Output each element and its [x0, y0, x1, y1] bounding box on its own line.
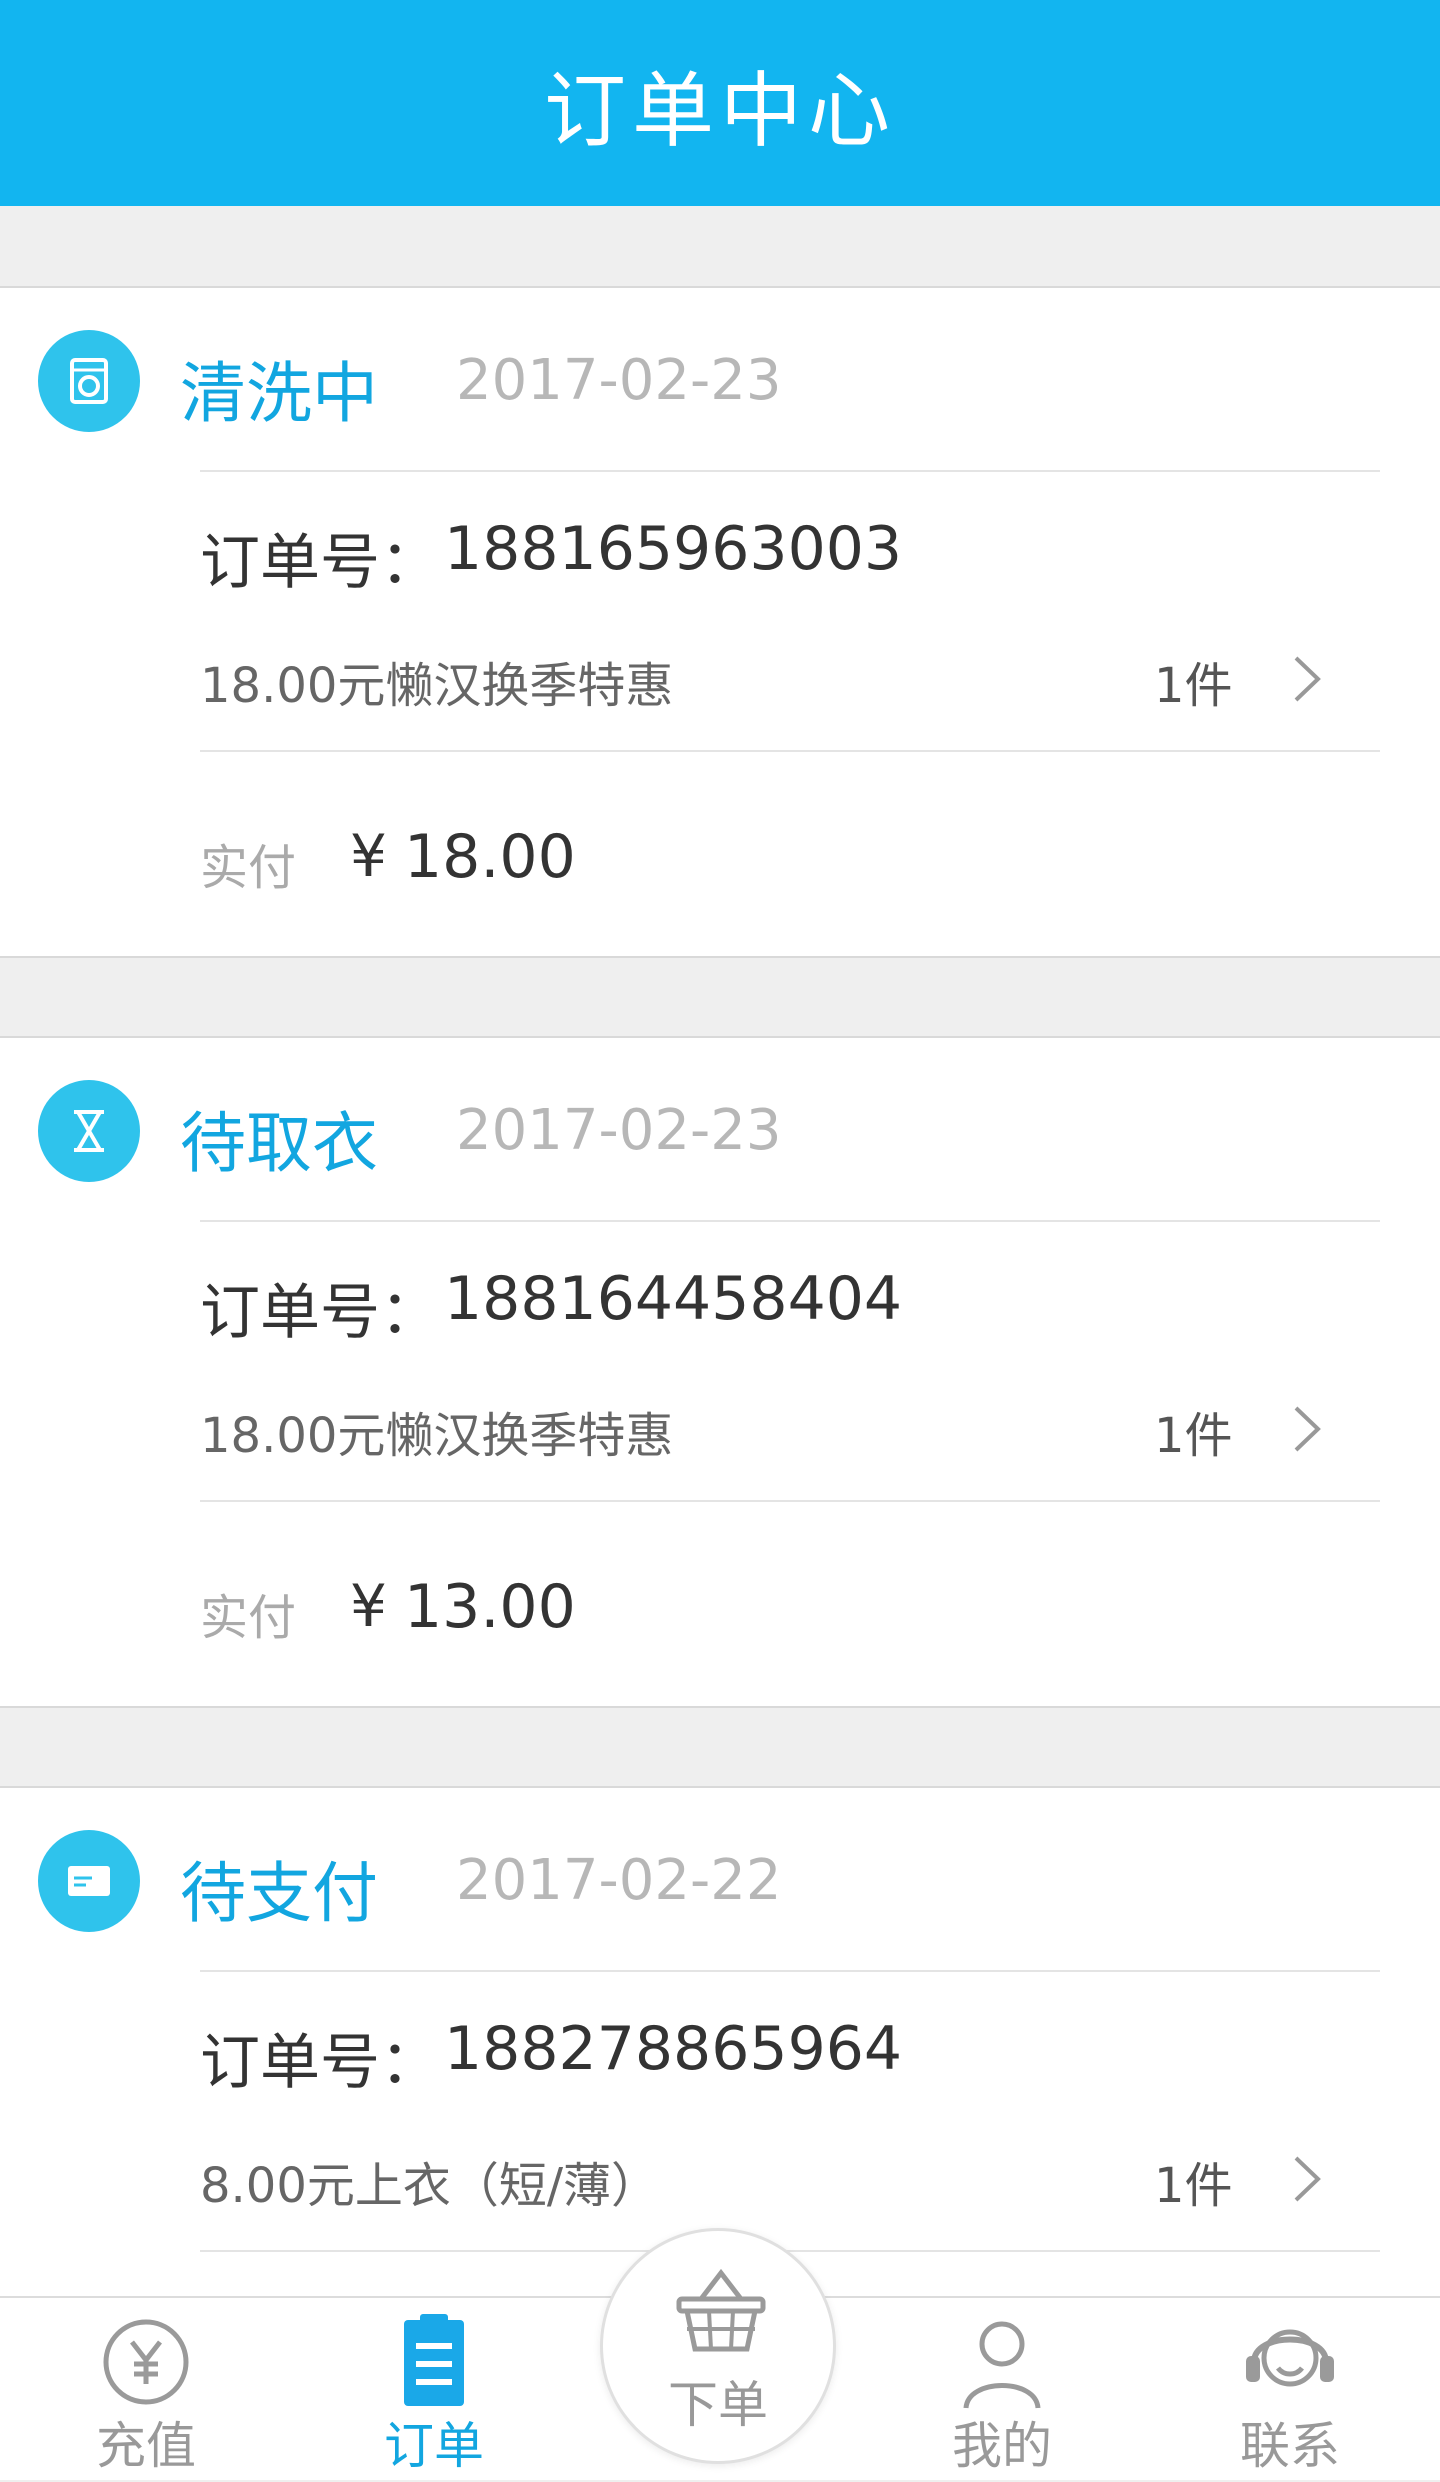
order-status: 待取衣: [180, 1105, 378, 1182]
paid-amount: 13.00: [404, 1572, 576, 1642]
tab-contact[interactable]: 联系: [1180, 2298, 1400, 2482]
tab-label: 我的: [952, 2417, 1052, 2475]
order-card[interactable]: 清洗中 2017-02-23 订单号： 188165963003 18.00元懒…: [0, 286, 1440, 958]
tab-label: 联系: [1240, 2417, 1340, 2475]
order-number: 188165963003: [444, 514, 903, 584]
order-number-label: 订单号：: [200, 2028, 440, 2098]
currency-symbol: ¥: [350, 1572, 387, 1640]
order-item-description: 18.00元懒汉换季特惠: [200, 658, 674, 714]
order-item-description: 18.00元懒汉换季特惠: [200, 1408, 674, 1464]
divider: [200, 750, 1380, 752]
tab-recharge[interactable]: 充值: [36, 2298, 256, 2482]
order-status: 清洗中: [180, 355, 378, 432]
app-header: 订单中心: [0, 0, 1440, 206]
tab-orders[interactable]: 订单: [324, 2298, 544, 2482]
divider: [200, 1500, 1380, 1502]
page-title: 订单中心: [543, 63, 896, 159]
order-date: 2017-02-23: [456, 1098, 782, 1163]
order-item-quantity: 1件: [1154, 658, 1233, 714]
order-number-label: 订单号：: [200, 1278, 440, 1348]
order-number: 188278865964: [444, 2014, 903, 2084]
card-icon: [38, 1830, 140, 1932]
paid-label: 实付: [200, 1590, 297, 1646]
tab-mine[interactable]: 我的: [892, 2298, 1112, 2482]
place-order-button[interactable]: 下单: [600, 2228, 836, 2464]
paid-label: 实付: [200, 840, 297, 896]
chevron-right-icon[interactable]: [1290, 2152, 1324, 2206]
yen-coin-icon: [103, 2319, 189, 2405]
order-card[interactable]: 待支付 2017-02-22 订单号： 188278865964 8.00元上衣…: [0, 1786, 1440, 2296]
hourglass-icon: [38, 1080, 140, 1182]
divider: [200, 1220, 1380, 1222]
order-date: 2017-02-23: [456, 348, 782, 413]
order-card-header: 待取衣 2017-02-23: [0, 1038, 1440, 1224]
order-card-header: 清洗中 2017-02-23: [0, 288, 1440, 474]
basket-icon: [676, 2268, 766, 2352]
clipboard-list-icon: [404, 2314, 464, 2406]
tab-label: 订单: [384, 2417, 484, 2475]
chevron-right-icon[interactable]: [1290, 1402, 1324, 1456]
order-card[interactable]: 待取衣 2017-02-23 订单号： 188164458404 18.00元懒…: [0, 1036, 1440, 1708]
order-date: 2017-02-22: [456, 1848, 782, 1913]
order-card-header: 待支付 2017-02-22: [0, 1788, 1440, 1974]
divider: [200, 1970, 1380, 1972]
washing-machine-icon: [38, 330, 140, 432]
tab-label: 下单: [668, 2376, 768, 2434]
order-number-label: 订单号：: [200, 528, 440, 598]
chevron-right-icon[interactable]: [1290, 652, 1324, 706]
order-item-quantity: 1件: [1154, 1408, 1233, 1464]
headset-icon: [1246, 2329, 1334, 2387]
order-item-description: 8.00元上衣（短/薄）: [200, 2158, 660, 2214]
order-list[interactable]: 清洗中 2017-02-23 订单号： 188165963003 18.00元懒…: [0, 206, 1440, 2296]
tab-label: 充值: [96, 2417, 196, 2475]
currency-symbol: ¥: [350, 822, 387, 890]
paid-amount: 18.00: [404, 822, 576, 892]
divider: [200, 470, 1380, 472]
order-item-quantity: 1件: [1154, 2158, 1233, 2214]
user-icon: [963, 2321, 1041, 2409]
order-number: 188164458404: [444, 1264, 903, 1334]
order-status: 待支付: [180, 1855, 378, 1932]
